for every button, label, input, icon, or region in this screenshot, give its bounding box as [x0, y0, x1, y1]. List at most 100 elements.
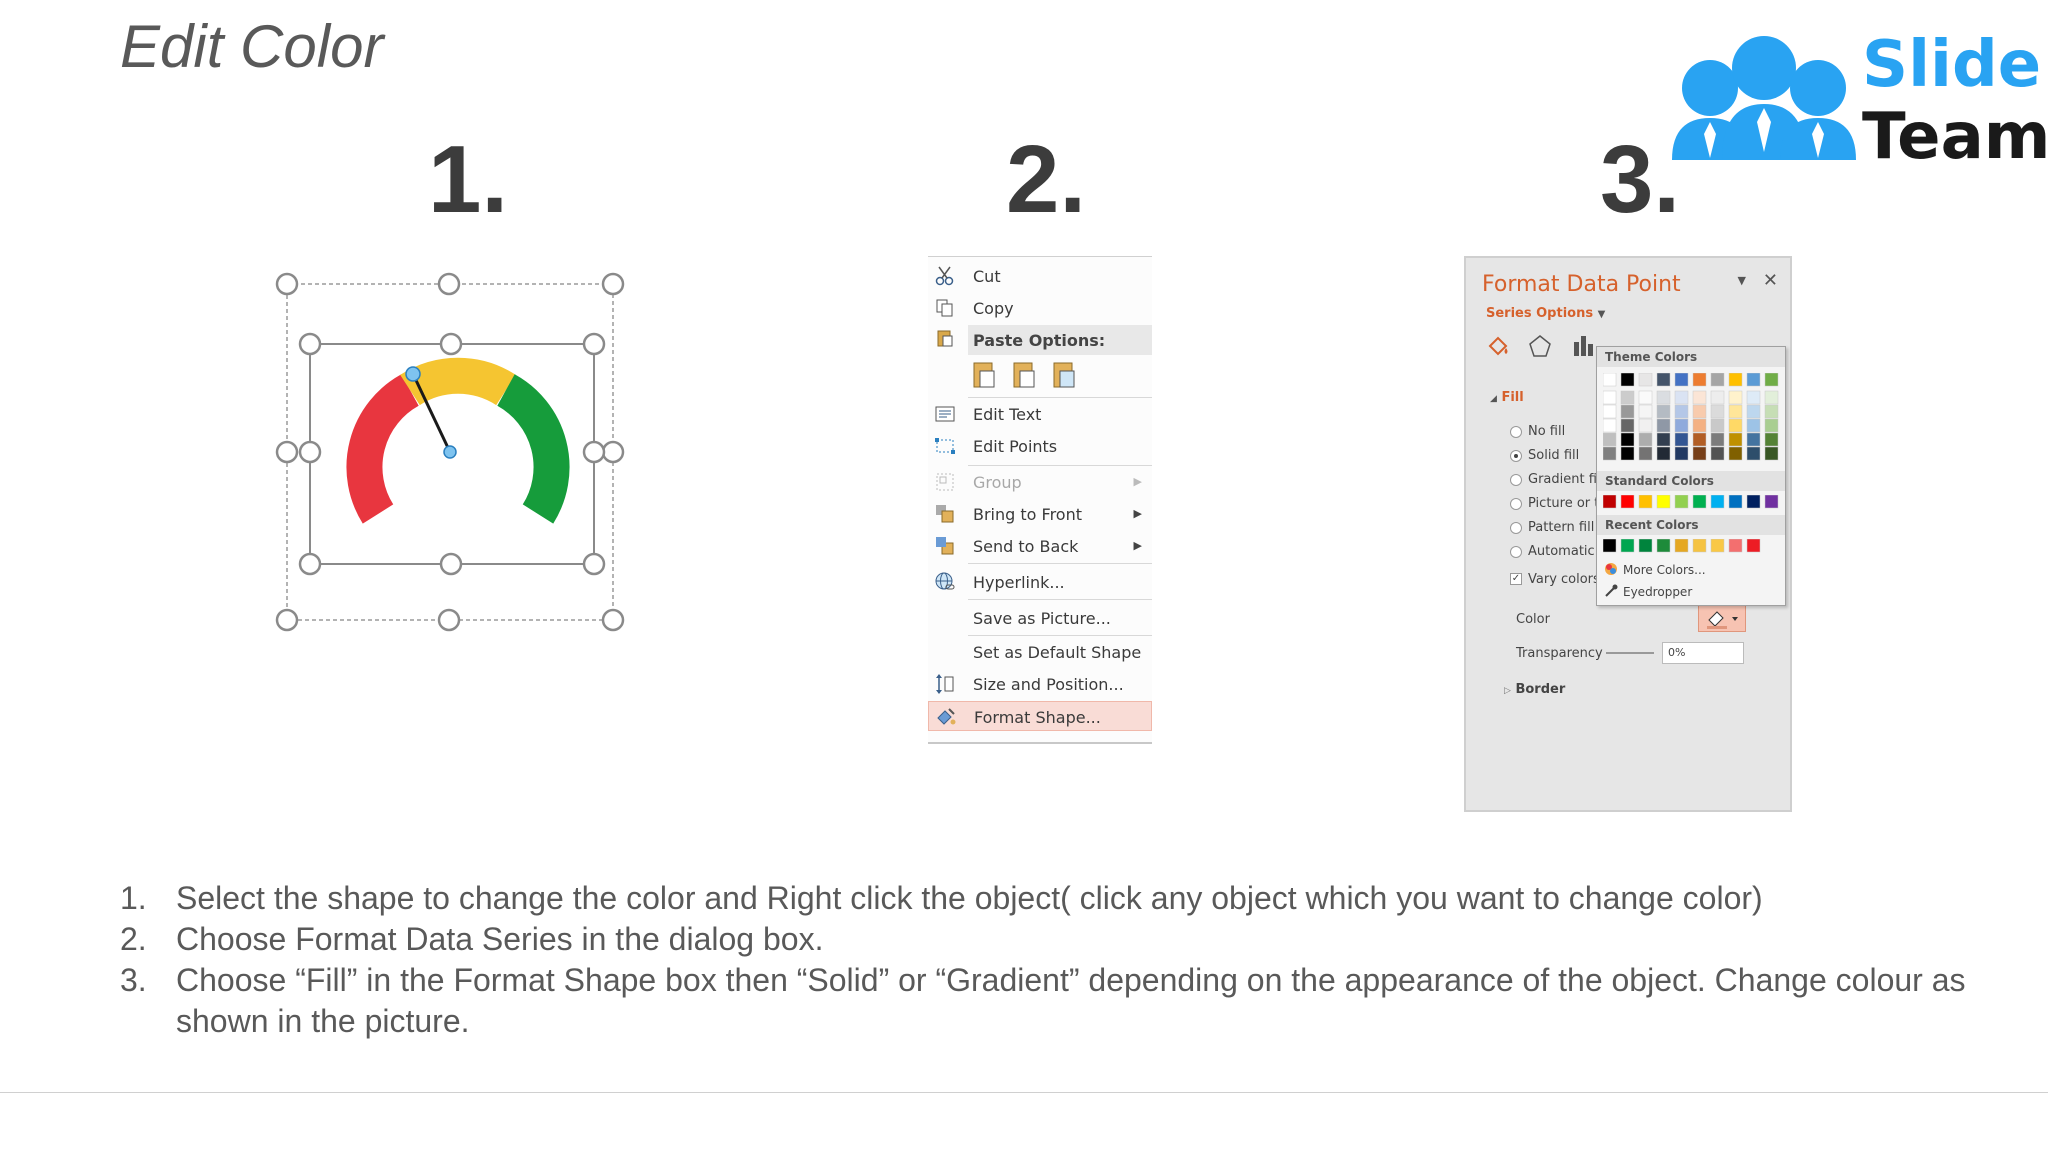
theme-color-swatch[interactable]: [1692, 404, 1707, 419]
transparency-input[interactable]: 0%: [1662, 642, 1744, 664]
standard-color-swatch[interactable]: [1603, 495, 1617, 509]
standard-color-swatch[interactable]: [1764, 495, 1779, 509]
menu-item-edit-points[interactable]: Edit Points: [928, 431, 1152, 461]
theme-color-swatch[interactable]: [1620, 404, 1635, 419]
theme-color-swatch[interactable]: [1692, 373, 1707, 387]
theme-color-swatch[interactable]: [1656, 404, 1671, 419]
theme-color-swatch[interactable]: [1764, 446, 1779, 461]
theme-color-swatch[interactable]: [1710, 446, 1725, 461]
theme-color-swatch[interactable]: [1638, 446, 1653, 461]
standard-color-swatch[interactable]: [1728, 495, 1743, 509]
recent-color-swatch[interactable]: [1656, 539, 1671, 553]
paste-option-buttons[interactable]: [970, 359, 1090, 391]
radio-no-fill[interactable]: [1510, 426, 1522, 438]
theme-color-swatch[interactable]: [1692, 418, 1707, 433]
menu-item-send-to-back[interactable]: Send to Back ▶: [928, 531, 1152, 561]
border-section-header[interactable]: ▷ Border: [1504, 682, 1565, 697]
effects-tab-icon[interactable]: [1526, 332, 1554, 360]
radio-automatic[interactable]: [1510, 546, 1522, 558]
theme-color-swatch[interactable]: [1746, 418, 1761, 433]
menu-item-set-default-shape[interactable]: Set as Default Shape: [928, 637, 1152, 667]
menu-item-format-shape[interactable]: Format Shape...: [928, 701, 1152, 731]
theme-color-swatch[interactable]: [1674, 418, 1689, 433]
fill-line-tab-icon[interactable]: [1484, 332, 1512, 360]
recent-color-swatch[interactable]: [1746, 539, 1761, 553]
eyedropper-link[interactable]: Eyedropper: [1623, 585, 1692, 599]
theme-color-swatch[interactable]: [1638, 373, 1653, 387]
recent-color-swatch[interactable]: [1603, 539, 1617, 553]
theme-color-swatch[interactable]: [1674, 446, 1689, 461]
theme-color-swatch[interactable]: [1728, 418, 1743, 433]
radio-pattern-fill[interactable]: [1510, 522, 1522, 534]
series-options-dropdown[interactable]: Series Options ▼: [1486, 306, 1605, 321]
theme-color-grid[interactable]: [1603, 373, 1783, 465]
menu-item-copy[interactable]: Copy: [928, 293, 1152, 323]
theme-color-swatch[interactable]: [1620, 446, 1635, 461]
series-options-tab-icon[interactable]: [1570, 332, 1598, 360]
theme-color-swatch[interactable]: [1710, 418, 1725, 433]
theme-color-swatch[interactable]: [1620, 390, 1635, 405]
theme-color-swatch[interactable]: [1674, 373, 1689, 387]
menu-item-save-as-picture[interactable]: Save as Picture...: [928, 603, 1152, 633]
theme-color-swatch[interactable]: [1638, 432, 1653, 447]
theme-color-swatch[interactable]: [1603, 432, 1617, 447]
theme-color-swatch[interactable]: [1638, 404, 1653, 419]
standard-color-swatch[interactable]: [1656, 495, 1671, 509]
theme-color-swatch[interactable]: [1656, 390, 1671, 405]
recent-color-row[interactable]: [1603, 539, 1783, 555]
theme-color-swatch[interactable]: [1674, 432, 1689, 447]
gauge-shape-selected[interactable]: [260, 260, 640, 640]
menu-item-cut[interactable]: Cut: [928, 261, 1152, 291]
theme-color-swatch[interactable]: [1638, 418, 1653, 433]
theme-color-swatch[interactable]: [1674, 404, 1689, 419]
recent-color-swatch[interactable]: [1710, 539, 1725, 553]
standard-color-swatch[interactable]: [1710, 495, 1725, 509]
radio-picture-fill[interactable]: [1510, 498, 1522, 510]
theme-color-swatch[interactable]: [1710, 404, 1725, 419]
theme-color-swatch[interactable]: [1603, 390, 1617, 405]
theme-color-swatch[interactable]: [1710, 390, 1725, 405]
theme-color-swatch[interactable]: [1656, 418, 1671, 433]
theme-color-swatch[interactable]: [1692, 432, 1707, 447]
standard-color-swatch[interactable]: [1620, 495, 1635, 509]
theme-color-swatch[interactable]: [1746, 404, 1761, 419]
standard-color-row[interactable]: [1603, 495, 1783, 511]
theme-color-swatch[interactable]: [1728, 432, 1743, 447]
theme-color-swatch[interactable]: [1728, 390, 1743, 405]
radio-gradient-fill[interactable]: [1510, 474, 1522, 486]
theme-color-swatch[interactable]: [1764, 432, 1779, 447]
theme-color-swatch[interactable]: [1746, 390, 1761, 405]
theme-color-swatch[interactable]: [1656, 446, 1671, 461]
theme-color-swatch[interactable]: [1656, 373, 1671, 387]
theme-color-swatch[interactable]: [1728, 404, 1743, 419]
menu-item-hyperlink[interactable]: Hyperlink...: [928, 567, 1152, 597]
standard-color-swatch[interactable]: [1692, 495, 1707, 509]
theme-color-swatch[interactable]: [1656, 432, 1671, 447]
theme-color-swatch[interactable]: [1728, 446, 1743, 461]
theme-color-swatch[interactable]: [1746, 446, 1761, 461]
theme-color-swatch[interactable]: [1746, 432, 1761, 447]
standard-color-swatch[interactable]: [1746, 495, 1761, 509]
theme-color-swatch[interactable]: [1764, 390, 1779, 405]
theme-color-swatch[interactable]: [1603, 404, 1617, 419]
theme-color-swatch[interactable]: [1710, 432, 1725, 447]
menu-item-bring-to-front[interactable]: Bring to Front ▶: [928, 499, 1152, 529]
transparency-slider[interactable]: [1606, 652, 1654, 654]
recent-color-swatch[interactable]: [1638, 539, 1653, 553]
recent-color-swatch[interactable]: [1620, 539, 1635, 553]
pane-options-dropdown-icon[interactable]: ▼: [1738, 274, 1746, 287]
theme-color-swatch[interactable]: [1620, 373, 1635, 387]
menu-item-size-position[interactable]: Size and Position...: [928, 669, 1152, 699]
theme-color-swatch[interactable]: [1746, 373, 1761, 387]
fill-section-header[interactable]: ◢ Fill: [1490, 390, 1524, 405]
recent-color-swatch[interactable]: [1674, 539, 1689, 553]
more-colors-link[interactable]: More Colors...: [1623, 563, 1706, 577]
theme-color-swatch[interactable]: [1638, 390, 1653, 405]
standard-color-swatch[interactable]: [1638, 495, 1653, 509]
theme-color-swatch[interactable]: [1710, 373, 1725, 387]
theme-color-swatch[interactable]: [1603, 446, 1617, 461]
close-icon[interactable]: ✕: [1763, 270, 1778, 291]
color-picker-button[interactable]: [1698, 604, 1746, 632]
theme-color-swatch[interactable]: [1603, 373, 1617, 387]
menu-item-edit-text[interactable]: Edit Text: [928, 399, 1152, 429]
